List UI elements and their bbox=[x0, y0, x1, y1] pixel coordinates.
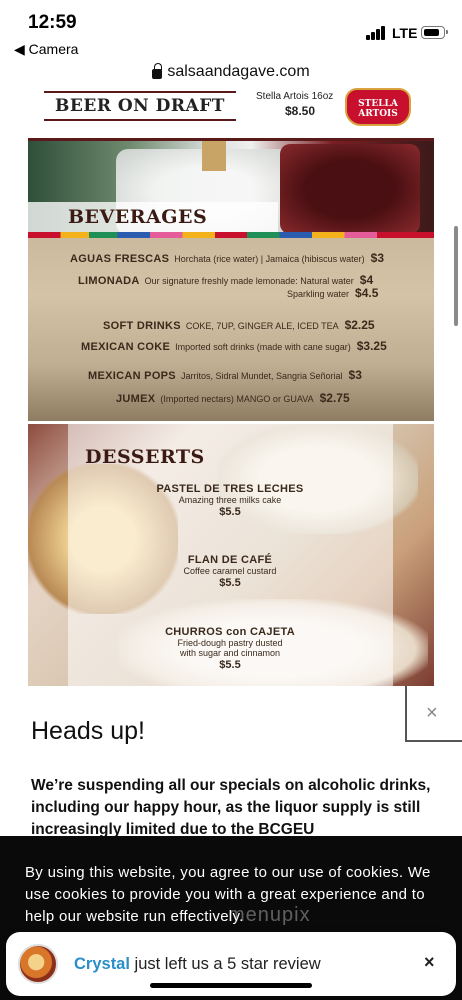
menu-item: CHURROS con CAJETA Fried-dough pastry du… bbox=[165, 626, 295, 671]
modal-title: Heads up! bbox=[31, 717, 145, 745]
stella-artois-label: Stella Artois 16oz bbox=[256, 91, 334, 102]
desserts-section: DESSERTS PASTEL DE TRES LECHES Amazing t… bbox=[28, 424, 434, 686]
scroll-indicator[interactable] bbox=[454, 226, 458, 326]
stella-artois-logo: STELLA ARTOIS bbox=[345, 88, 411, 126]
menu-item: AGUAS FRESCAS Horchata (rice water) | Jam… bbox=[70, 251, 385, 265]
jamaica-glass-image bbox=[280, 144, 420, 234]
battery-icon bbox=[421, 26, 448, 39]
address-bar[interactable]: salsaandagave.com bbox=[0, 58, 462, 86]
menu-item: MEXICAN POPS Jarritos, Sidral Mundet, San… bbox=[88, 368, 362, 382]
lock-icon bbox=[152, 63, 163, 79]
menu-image: BEER ON DRAFT Stella Artois 16oz $8.50 S… bbox=[0, 86, 462, 686]
reviewer-name: Crystal bbox=[74, 955, 130, 973]
beverages-section: BEVERAGES AGUAS FRESCAS Horchata (rice wa… bbox=[28, 138, 434, 421]
clock: 12:59 bbox=[28, 12, 77, 33]
menu-item: MEXICAN COKE Imported soft drinks (made w… bbox=[81, 339, 387, 353]
beverages-title: BEVERAGES bbox=[68, 206, 208, 228]
cellular-signal-icon bbox=[366, 26, 388, 40]
menu-item: JUMEX (Imported nectars) MANGO or GUAVA $2… bbox=[116, 391, 350, 405]
menu-item: FLAN DE CAFÉ Coffee caramel custard $5.5 bbox=[183, 554, 277, 589]
beer-on-draft-heading: BEER ON DRAFT bbox=[44, 91, 236, 121]
stella-artois-price: $8.50 bbox=[285, 104, 316, 118]
menu-item: LIMONADA Our signature freshly made lemon… bbox=[78, 273, 374, 287]
back-to-camera-link[interactable]: ◀ Camera bbox=[14, 41, 78, 58]
close-icon[interactable]: × bbox=[424, 952, 435, 973]
desserts-title: DESSERTS bbox=[85, 446, 205, 468]
avatar bbox=[18, 944, 58, 984]
home-indicator[interactable] bbox=[150, 983, 312, 988]
heads-up-modal: × Heads up! We’re suspending all our spe… bbox=[0, 686, 462, 836]
menu-item: SOFT DRINKS COKE, 7UP, GINGER ALE, ICED T… bbox=[103, 318, 375, 332]
network-type: LTE bbox=[392, 25, 418, 41]
toast-message: Crystal just left us a 5 star review bbox=[74, 955, 321, 974]
watermark: menupix bbox=[228, 904, 311, 926]
url-text: salsaandagave.com bbox=[167, 63, 310, 80]
status-bar: 12:59 ◀ Camera LTE bbox=[0, 0, 462, 62]
modal-message: We’re suspending all our specials on alc… bbox=[31, 777, 431, 836]
straw-image bbox=[202, 141, 226, 171]
close-icon[interactable]: × bbox=[426, 702, 438, 725]
menu-item: Sparkling water $4.5 bbox=[287, 286, 379, 300]
toast-text: just left us a 5 star review bbox=[129, 955, 321, 973]
menu-item: PASTEL DE TRES LECHES Amazing three milk… bbox=[156, 483, 304, 518]
serape-stripe bbox=[28, 232, 434, 238]
